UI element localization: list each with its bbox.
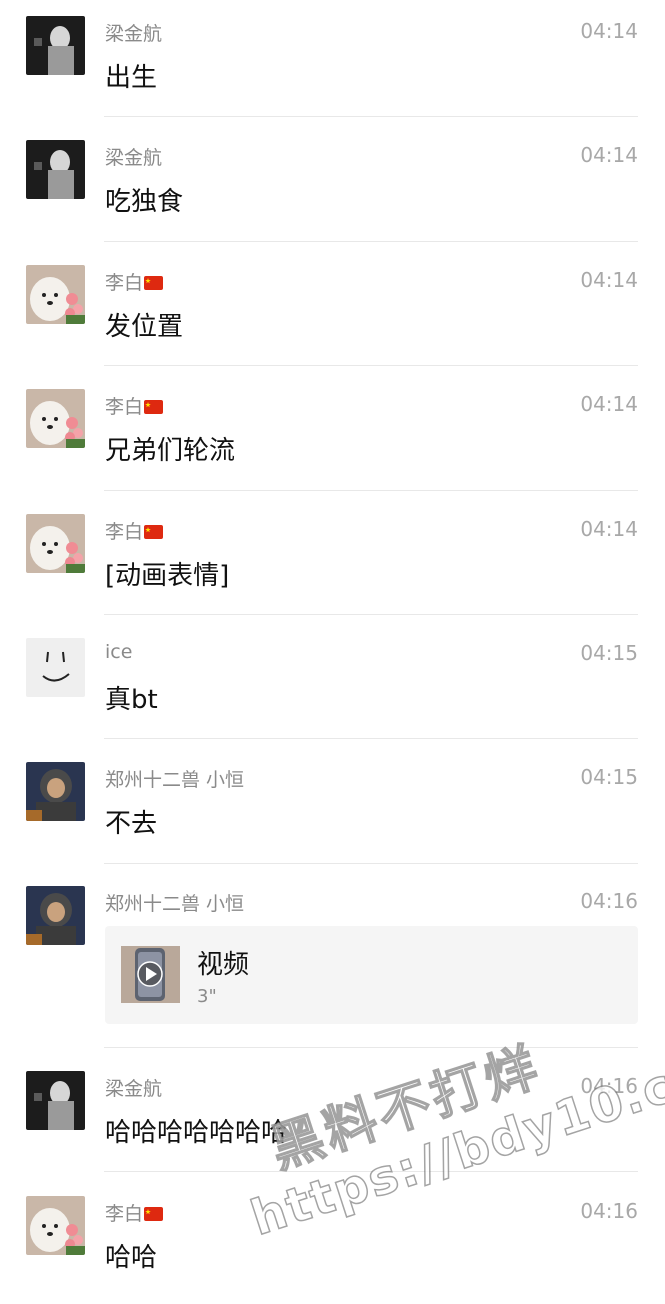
message-item[interactable]: 李白 04:14 兄弟们轮流 — [0, 373, 665, 490]
sender-name: 郑州十二兽 小恒 — [105, 769, 245, 791]
sender-name: 李白 — [105, 268, 164, 295]
video-thumbnail[interactable] — [121, 946, 180, 1003]
message-time: 04:14 — [580, 143, 638, 167]
message-time: 04:14 — [580, 19, 638, 43]
message-item[interactable]: 梁金航 04:14 出生 — [0, 0, 665, 117]
message-time: 04:16 — [580, 889, 638, 913]
message-text: 吃独食 — [105, 187, 184, 217]
sender-name: 梁金航 — [105, 1078, 163, 1100]
message-text: 出生 — [105, 63, 158, 93]
message-text: [动画表情] — [105, 561, 230, 591]
video-title: 视频 — [197, 950, 250, 980]
china-flag-icon — [144, 525, 164, 539]
message-item[interactable]: 李白 04:14 [动画表情] — [0, 498, 665, 615]
message-time: 04:14 — [580, 268, 638, 292]
message-text: 发位置 — [105, 312, 184, 342]
message-time: 04:16 — [580, 1199, 638, 1223]
dark-portrait-avatar-icon[interactable] — [26, 1071, 85, 1130]
sender-name: 李白 — [105, 392, 164, 419]
divider — [104, 614, 638, 615]
message-text: 哈哈哈哈哈哈哈 — [105, 1118, 288, 1148]
message-item[interactable]: 李白 04:16 哈哈 — [0, 1180, 665, 1280]
message-item[interactable]: 梁金航 04:16 哈哈哈哈哈哈哈 — [0, 1055, 665, 1172]
divider — [104, 490, 638, 491]
divider — [104, 863, 638, 864]
message-item[interactable]: 梁金航 04:14 吃独食 — [0, 124, 665, 241]
message-item[interactable]: 李白 04:14 发位置 — [0, 249, 665, 366]
samoyed-dog-avatar-icon[interactable] — [26, 1196, 85, 1255]
divider — [104, 241, 638, 242]
hooded-person-avatar-icon[interactable] — [26, 886, 85, 945]
sender-name: ice — [105, 641, 133, 663]
divider — [104, 365, 638, 366]
smiley-face-avatar-icon[interactable] — [26, 638, 85, 697]
video-message-card[interactable]: 视频 3" — [105, 926, 638, 1024]
message-item[interactable]: ice 04:15 真bt — [0, 622, 665, 739]
message-text: 不去 — [105, 809, 158, 839]
divider — [104, 1171, 638, 1172]
china-flag-icon — [144, 400, 164, 414]
sender-name: 梁金航 — [105, 23, 163, 45]
message-time: 04:16 — [580, 1074, 638, 1098]
divider — [104, 1047, 638, 1048]
samoyed-dog-avatar-icon[interactable] — [26, 265, 85, 324]
sender-name: 郑州十二兽 小恒 — [105, 893, 245, 915]
divider — [104, 738, 638, 739]
message-text: 真bt — [105, 685, 158, 715]
samoyed-dog-avatar-icon[interactable] — [26, 389, 85, 448]
sender-name: 李白 — [105, 517, 164, 544]
hooded-person-avatar-icon[interactable] — [26, 762, 85, 821]
sender-name: 李白 — [105, 1199, 164, 1226]
message-item[interactable]: 郑州十二兽 小恒 04:16 视频 3" — [0, 870, 665, 1046]
divider — [104, 116, 638, 117]
china-flag-icon — [144, 1207, 164, 1221]
sender-name: 梁金航 — [105, 147, 163, 169]
message-time: 04:14 — [580, 392, 638, 416]
dark-portrait-avatar-icon[interactable] — [26, 140, 85, 199]
dark-portrait-avatar-icon[interactable] — [26, 16, 85, 75]
video-duration: 3" — [197, 986, 217, 1007]
message-time: 04:14 — [580, 517, 638, 541]
message-time: 04:15 — [580, 641, 638, 665]
china-flag-icon — [144, 276, 164, 290]
message-text: 哈哈 — [105, 1243, 158, 1273]
message-time: 04:15 — [580, 765, 638, 789]
samoyed-dog-avatar-icon[interactable] — [26, 514, 85, 573]
message-item[interactable]: 郑州十二兽 小恒 04:15 不去 — [0, 746, 665, 863]
message-text: 兄弟们轮流 — [105, 436, 236, 466]
